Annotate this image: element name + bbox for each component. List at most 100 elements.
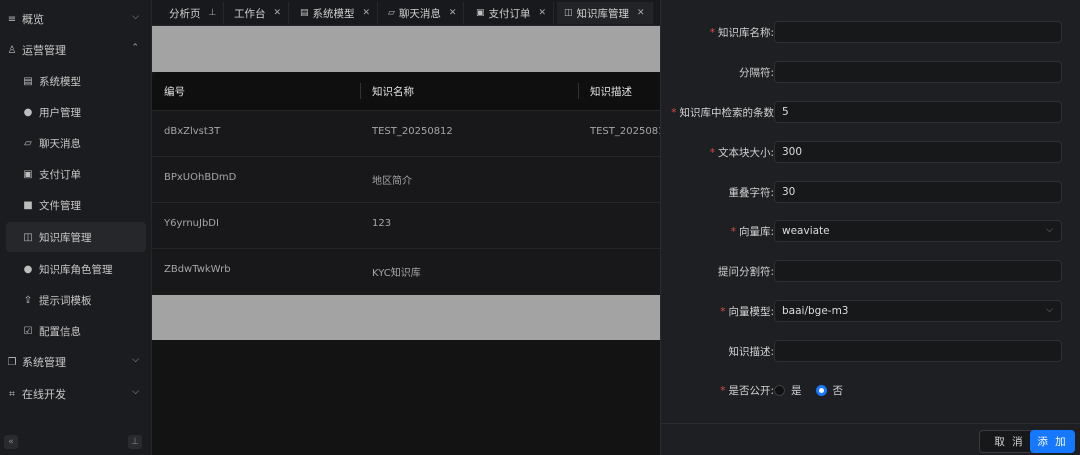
table-icon: ▤ xyxy=(23,75,33,87)
table-cell: ZBdwTwkWrb xyxy=(164,264,231,275)
close-icon[interactable]: ✕ xyxy=(539,8,547,18)
field-label: * 向量库: xyxy=(730,226,774,238)
column-header: 编号 xyxy=(164,86,185,98)
collapse-sidebar-icon[interactable]: « xyxy=(4,435,18,449)
folder-icon: ■ xyxy=(23,199,33,211)
chevron-down-icon: ⌵ xyxy=(132,12,139,22)
column-header: 知识描述 xyxy=(590,86,632,98)
sidebar-item-system-management[interactable]: ❐ 系统管理 ⌵ xyxy=(0,347,152,377)
retrieval-count-input[interactable] xyxy=(774,101,1062,123)
select-value: baai/bge-m3 xyxy=(782,305,849,317)
radio-no[interactable] xyxy=(815,385,827,396)
form-row-chunk-size: * 文本块大小: xyxy=(661,141,1080,163)
table-header: 编号 知识名称 知识描述 xyxy=(152,72,660,110)
table-cell: Y6yrnuJbDI xyxy=(164,218,219,229)
field-label: * 向量模型: xyxy=(720,306,774,318)
table-cell: 123 xyxy=(372,218,392,229)
tab-label: 系统模型 xyxy=(312,7,355,20)
tab-workbench[interactable]: 工作台 ✕ xyxy=(227,2,290,24)
pin-icon[interactable]: ⊥ xyxy=(209,8,217,18)
table-cell: dBxZlvst3T xyxy=(164,126,221,137)
sidebar-item-label: 概览 xyxy=(22,13,44,26)
chevron-down-icon: ⌵ xyxy=(132,355,139,365)
chevron-down-icon: ⌵ xyxy=(1046,225,1053,235)
sidebar-item-config[interactable]: ☑ 配置信息 xyxy=(0,316,152,346)
column-divider xyxy=(360,83,361,99)
table-row[interactable]: dBxZlvst3T TEST_20250812 TEST_20250812 xyxy=(152,110,660,156)
knowledge-base-table: 编号 知识名称 知识描述 dBxZlvst3T TEST_20250812 TE… xyxy=(152,72,660,295)
sidebar: ≡ 概览 ⌵ ♙ 运营管理 ⌃ ▤ 系统模型 ● 用户管理 ▱ 聊天消息 ▣ 支… xyxy=(0,0,152,455)
table-row[interactable]: ZBdwTwkWrb KYC知识库 xyxy=(152,248,660,294)
public-radio-group: 是 否 xyxy=(774,383,857,398)
vector-store-select[interactable]: weaviate ⌵ xyxy=(774,220,1062,242)
form-row-question-separator: 提问分割符: xyxy=(661,260,1080,282)
tab-chat-messages[interactable]: ▱ 聊天消息 ✕ xyxy=(381,2,465,24)
sidebar-item-operations[interactable]: ♙ 运营管理 ⌃ xyxy=(0,35,152,65)
close-icon[interactable]: ✕ xyxy=(449,8,457,18)
sidebar-item-knowledge-base[interactable]: ◫ 知识库管理 xyxy=(6,222,146,252)
select-value: weaviate xyxy=(782,225,830,237)
form-row-description: 知识描述: xyxy=(661,340,1080,362)
table-cell: TEST_20250812 xyxy=(372,126,453,137)
form-row-separator: 分隔符: xyxy=(661,61,1080,83)
knowledge-base-name-input[interactable] xyxy=(774,21,1062,43)
book-icon: ◫ xyxy=(564,8,573,18)
pin-icon[interactable]: ⊥ xyxy=(128,435,142,449)
tab-label: 知识库管理 xyxy=(576,7,630,20)
sidebar-item-label: 用户管理 xyxy=(39,106,81,119)
question-separator-input[interactable] xyxy=(774,260,1062,282)
tab-label: 分析页 xyxy=(169,7,201,20)
field-label: * 知识库名称: xyxy=(709,27,774,39)
sidebar-item-chat-messages[interactable]: ▱ 聊天消息 xyxy=(0,128,152,158)
radio-label: 否 xyxy=(832,385,844,397)
tab-analytics[interactable]: 分析页 ⊥ xyxy=(162,2,225,24)
separator-input[interactable] xyxy=(774,61,1062,83)
field-label: * 文本块大小: xyxy=(709,147,774,159)
field-label: * 知识库中检索的条数 xyxy=(671,107,774,119)
tab-payment-orders[interactable]: ▣ 支付订单 ✕ xyxy=(469,2,555,24)
close-icon[interactable]: ✕ xyxy=(363,8,371,18)
required-mark: * xyxy=(709,147,715,159)
field-label: 知识描述: xyxy=(728,346,774,358)
sidebar-item-label: 聊天消息 xyxy=(39,137,81,150)
users-icon: ♙ xyxy=(7,44,17,56)
table-cell: TEST_20250812 xyxy=(590,126,660,137)
table-row[interactable]: Y6yrnuJbDI 123 xyxy=(152,202,660,248)
sidebar-item-payment-orders[interactable]: ▣ 支付订单 xyxy=(0,159,152,189)
chevron-down-icon: ⌵ xyxy=(1046,305,1053,315)
sidebar-item-file-management[interactable]: ■ 文件管理 xyxy=(0,190,152,220)
table-cell: KYC知识库 xyxy=(372,268,421,279)
field-label: 重叠字符: xyxy=(728,187,774,199)
overlap-chars-input[interactable] xyxy=(774,181,1062,203)
upload-icon: ⇪ xyxy=(23,294,33,306)
form-row-vector-store: * 向量库: weaviate ⌵ xyxy=(661,220,1080,242)
sidebar-item-system-model[interactable]: ▤ 系统模型 xyxy=(0,66,152,96)
sidebar-item-overview[interactable]: ≡ 概览 ⌵ xyxy=(0,4,152,34)
table-row[interactable]: BPxUOhBDmD 地区简介 xyxy=(152,156,660,202)
add-button[interactable]: 添 加 xyxy=(1030,430,1075,453)
sidebar-item-prompt-templates[interactable]: ⇪ 提示词模板 xyxy=(0,285,152,315)
close-icon[interactable]: ✕ xyxy=(274,8,282,18)
tab-system-model[interactable]: ▤ 系统模型 ✕ xyxy=(293,2,379,24)
sidebar-item-knowledge-roles[interactable]: ● 知识库角色管理 xyxy=(0,254,152,284)
description-input[interactable] xyxy=(774,340,1062,362)
form-row-retrieval-count: * 知识库中检索的条数 xyxy=(661,101,1080,123)
tab-knowledge-base[interactable]: ◫ 知识库管理 ✕ xyxy=(557,2,653,24)
sidebar-item-label: 提示词模板 xyxy=(39,294,92,307)
required-mark: * xyxy=(720,385,726,397)
content-background xyxy=(152,340,660,455)
menu-icon: ≡ xyxy=(7,13,17,25)
chunk-size-input[interactable] xyxy=(774,141,1062,163)
sidebar-item-user-management[interactable]: ● 用户管理 xyxy=(0,97,152,127)
sidebar-item-label: 支付订单 xyxy=(39,168,81,181)
table-cell: BPxUOhBDmD xyxy=(164,172,237,183)
window-icon: ❐ xyxy=(7,356,17,368)
vector-model-select[interactable]: baai/bge-m3 ⌵ xyxy=(774,300,1062,322)
sidebar-item-online-dev[interactable]: ⌗ 在线开发 ⌵ xyxy=(0,379,152,409)
required-mark: * xyxy=(671,107,677,119)
radio-yes[interactable] xyxy=(774,385,785,396)
sidebar-item-label: 在线开发 xyxy=(22,388,66,401)
order-icon: ▣ xyxy=(23,168,33,180)
tab-label: 聊天消息 xyxy=(398,7,441,20)
close-icon[interactable]: ✕ xyxy=(637,8,645,18)
